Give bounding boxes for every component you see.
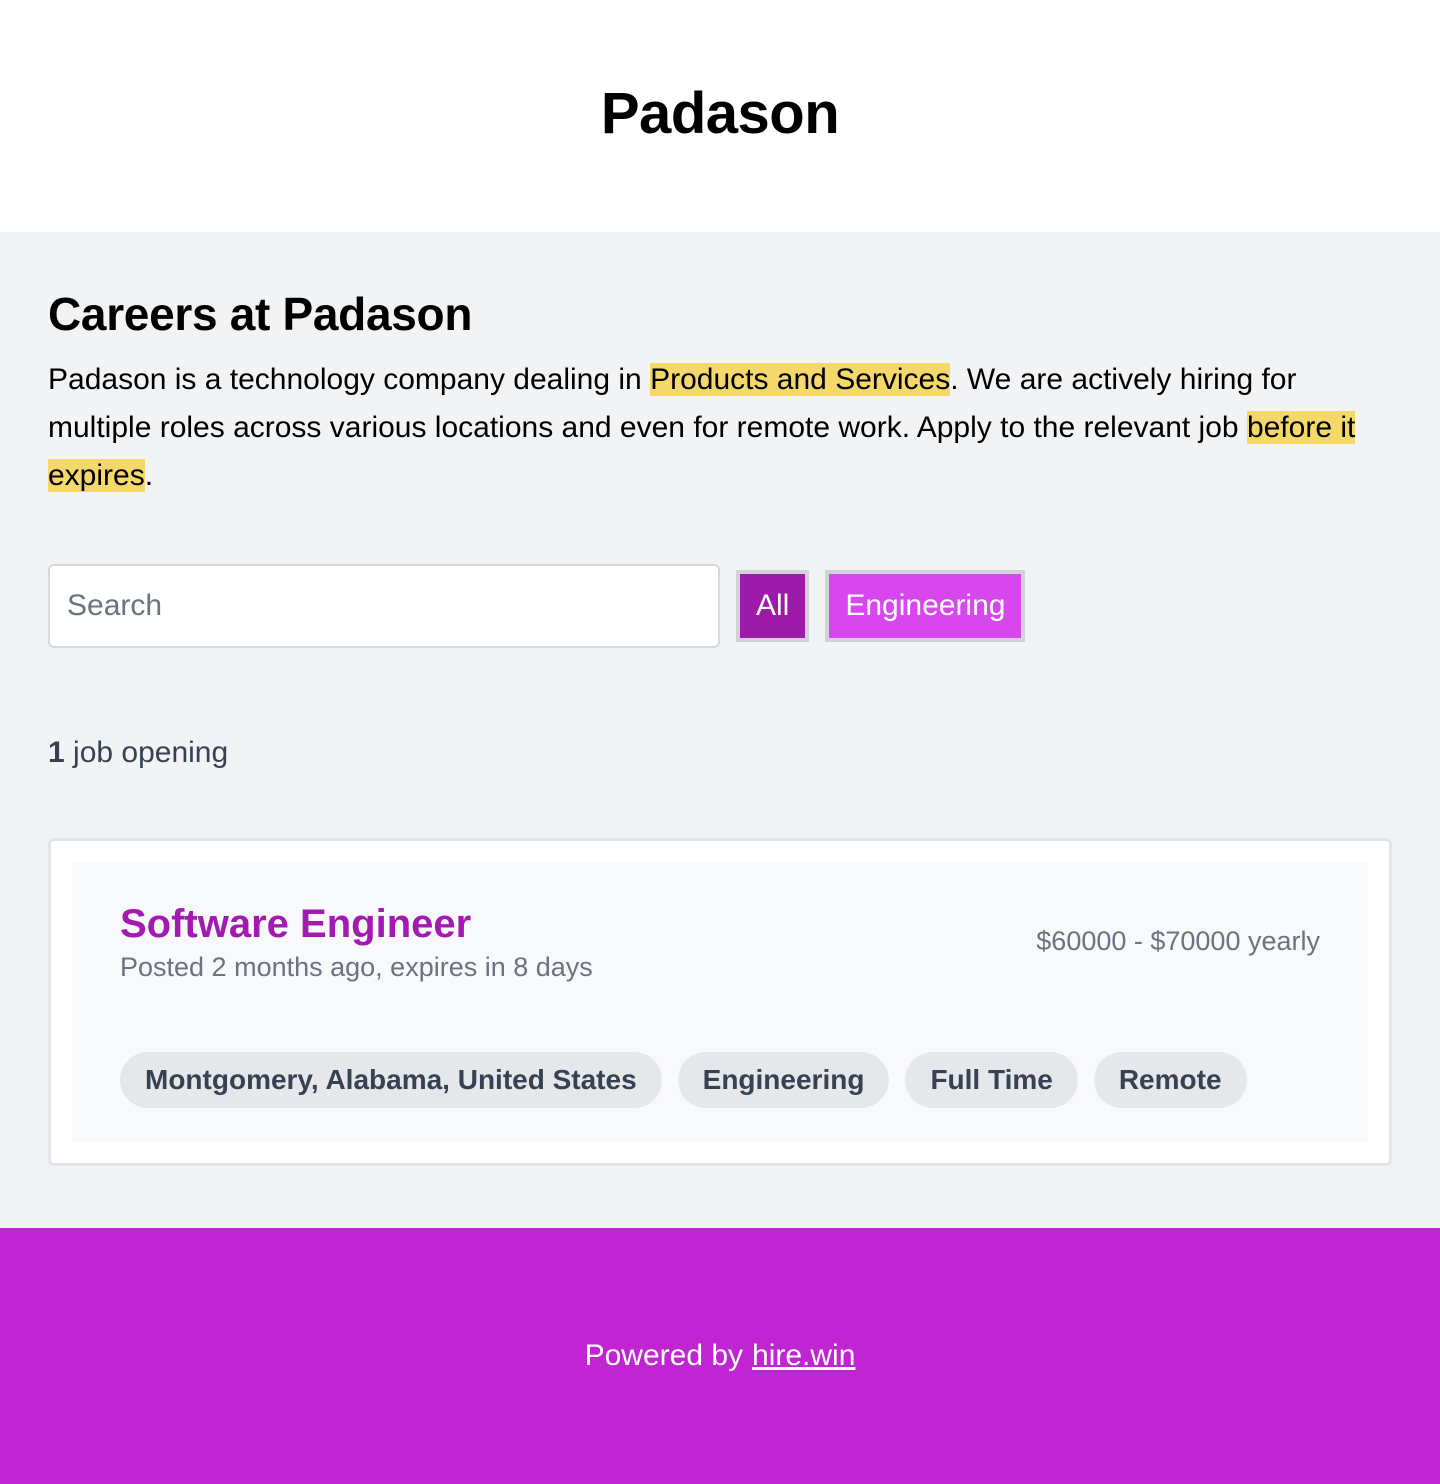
filter-all-button[interactable]: All: [736, 570, 810, 642]
footer-hire-win-link[interactable]: hire.win: [752, 1339, 855, 1373]
job-card-body[interactable]: Software Engineer Posted 2 months ago, e…: [72, 862, 1368, 1142]
company-intro: Padason is a technology company dealing …: [48, 356, 1358, 500]
filter-engineering-button[interactable]: Engineering: [825, 570, 1026, 642]
job-count-label: job opening: [64, 736, 229, 769]
footer-powered-by: Powered by: [584, 1339, 744, 1372]
job-count-number: 1: [48, 736, 65, 769]
job-title-link[interactable]: Software Engineer: [120, 900, 471, 948]
intro-text-1: Padason is a technology company dealing …: [48, 363, 651, 396]
filter-bar: All Engineering: [48, 564, 1392, 648]
site-header: Padason: [0, 0, 1440, 232]
site-footer: Powered by hire.win: [0, 1228, 1440, 1484]
tag-remote: Remote: [1093, 1052, 1247, 1108]
main-content: Careers at Padason Padason is a technolo…: [0, 232, 1440, 1228]
job-salary: $60000 - $70000 yearly: [1036, 926, 1320, 956]
job-tags: Montgomery, Alabama, United States Engin…: [120, 1052, 1263, 1108]
tag-job-type: Full Time: [905, 1052, 1078, 1108]
search-input[interactable]: [48, 564, 720, 648]
tag-location: Montgomery, Alabama, United States: [120, 1052, 662, 1108]
intro-text-3: .: [144, 459, 154, 492]
brand-title: Padason: [600, 81, 840, 146]
tag-department: Engineering: [677, 1052, 890, 1108]
job-count: 1 job opening: [48, 736, 1392, 770]
job-card: Software Engineer Posted 2 months ago, e…: [48, 838, 1392, 1166]
intro-highlight-products: Products and Services: [650, 363, 951, 396]
page-title: Careers at Padason: [48, 288, 473, 340]
